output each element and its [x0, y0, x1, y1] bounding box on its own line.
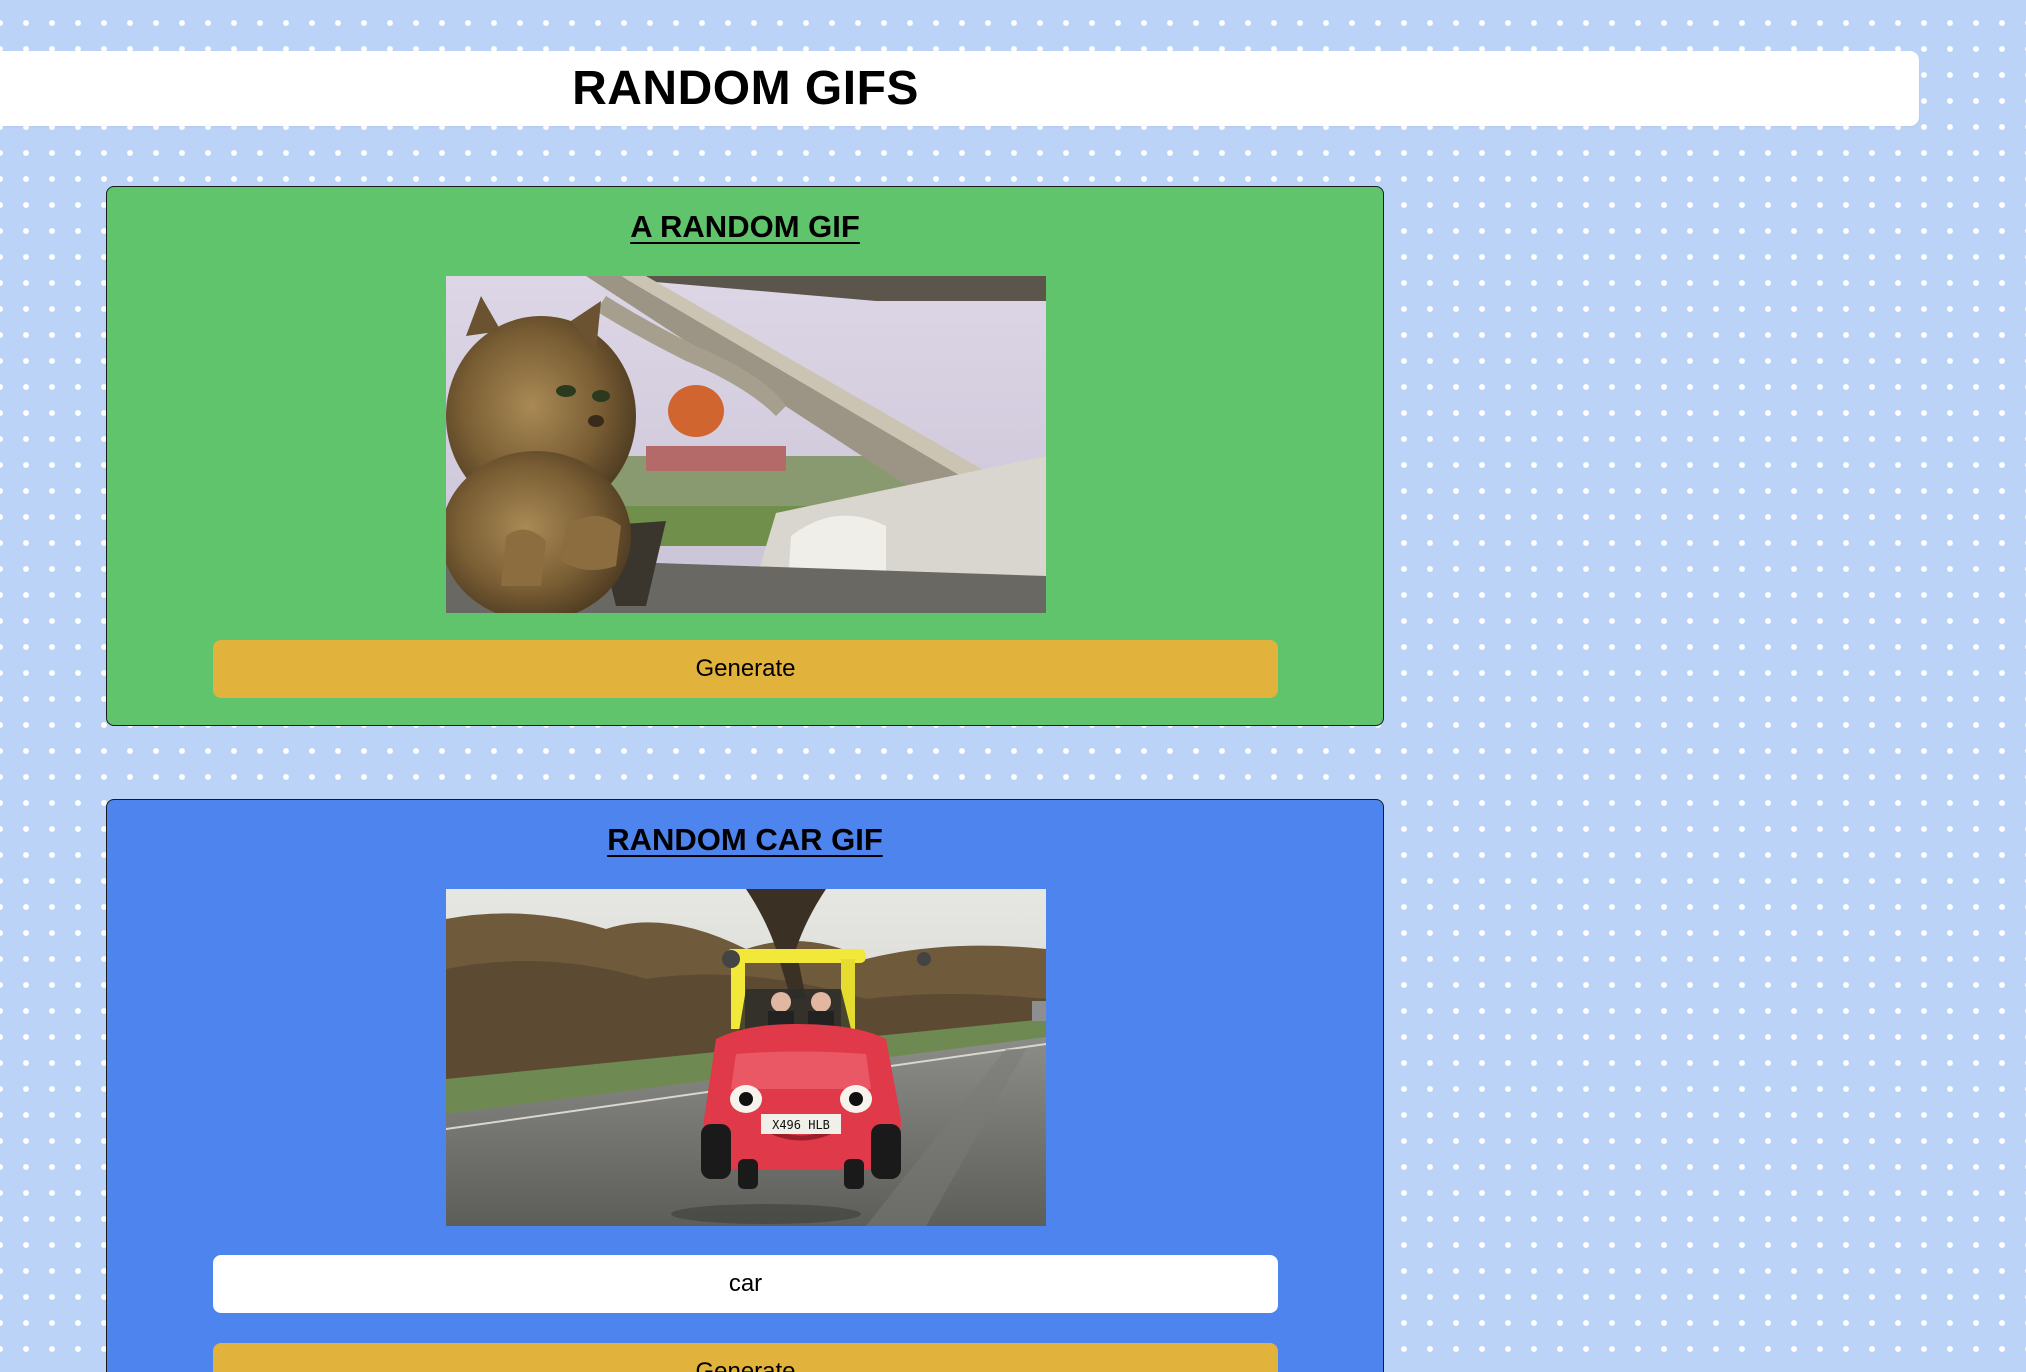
license-plate-text: X496 HLB — [772, 1118, 830, 1132]
header-bar: RANDOM GIFS — [0, 51, 1919, 126]
random-gif-image — [446, 276, 1046, 613]
car-generate-button[interactable]: Generate — [213, 1343, 1278, 1372]
random-gif-card-title: A RANDOM GIF — [630, 209, 860, 244]
page-title: RANDOM GIFS — [572, 62, 919, 115]
car-gif-image: X496 HLB — [446, 889, 1046, 1226]
cat-driving-gif-icon — [446, 276, 1046, 613]
car-gif-card: RANDOM CAR GIF X496 HLB car Generate — [106, 799, 1384, 1372]
random-gif-card: A RANDOM GIF Generate — [106, 186, 1384, 726]
car-search-input[interactable] — [213, 1255, 1278, 1313]
red-toy-car-gif-icon: X496 HLB — [446, 889, 1046, 1226]
car-gif-card-title: RANDOM CAR GIF — [607, 822, 883, 857]
random-generate-button[interactable]: Generate — [213, 640, 1278, 698]
